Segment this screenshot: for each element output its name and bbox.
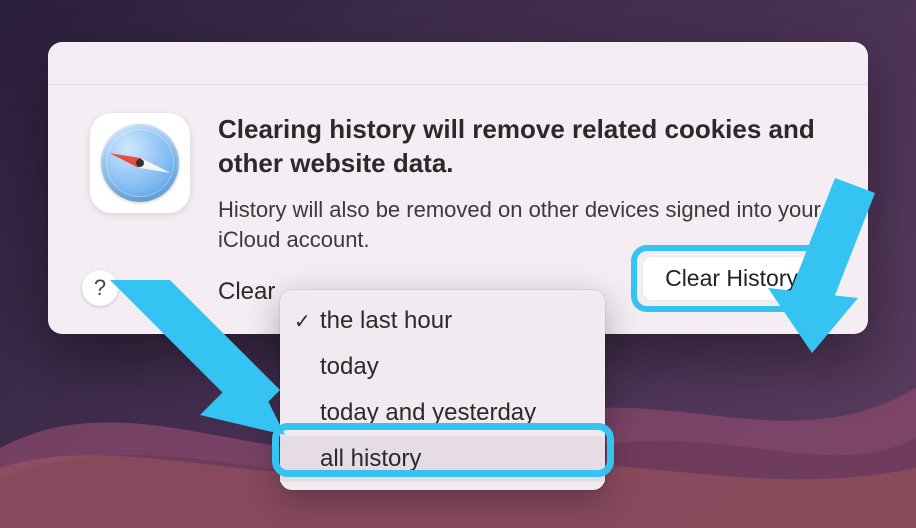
compass-icon	[101, 124, 179, 202]
dropdown-option-last-hour[interactable]: ✓ the last hour	[280, 298, 605, 344]
annotation-arrow-right	[740, 178, 880, 358]
safari-app-icon	[90, 113, 190, 213]
annotation-arrow-left	[80, 270, 290, 450]
clear-range-dropdown[interactable]: ✓ the last hour today today and yesterda…	[280, 290, 605, 490]
dropdown-option-label: all history	[320, 445, 421, 473]
dropdown-option-all-history[interactable]: all history	[280, 436, 605, 482]
dialog-title: Clearing history will remove related coo…	[218, 113, 826, 181]
dropdown-option-today-yesterday[interactable]: today and yesterday	[280, 390, 605, 436]
dropdown-option-label: today and yesterday	[320, 399, 536, 427]
dropdown-option-today[interactable]: today	[280, 344, 605, 390]
dropdown-option-label: today	[320, 353, 379, 381]
dropdown-option-label: the last hour	[320, 307, 452, 335]
checkmark-icon: ✓	[294, 309, 320, 334]
